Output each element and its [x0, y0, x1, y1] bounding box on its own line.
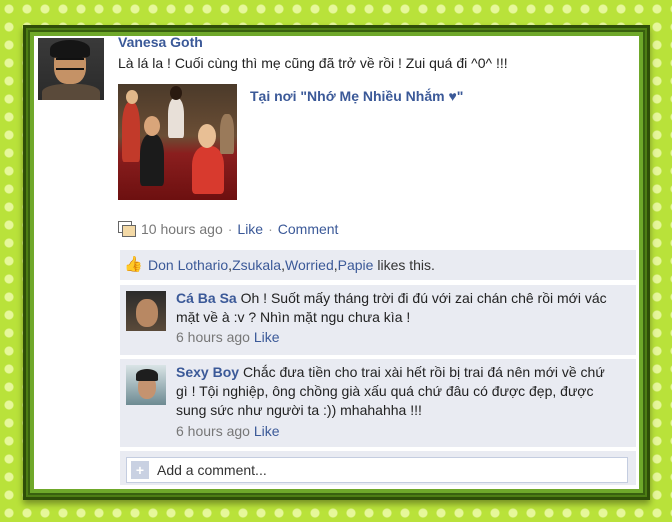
comment-text: sung sức như người ta :)) mhahahha !!! — [176, 402, 422, 418]
post-time: 10 hours ago — [141, 221, 223, 237]
comment-link[interactable]: Comment — [278, 221, 339, 237]
comment-time: 6 hours ago — [176, 423, 250, 439]
like-link[interactable]: Like — [237, 221, 263, 237]
status-text: Là lá la ! Cuối cùng thì mẹ cũng đã trở … — [118, 55, 508, 71]
comment-meta: 6 hours ago Like — [176, 423, 280, 439]
liker-name[interactable]: Papie — [338, 257, 374, 273]
photo-album-icon — [118, 221, 136, 237]
comment-like-link[interactable]: Like — [254, 423, 280, 439]
commenter-avatar[interactable] — [126, 291, 166, 331]
likes-bar: 👍 Don Lothario, Zsukala, Worried, Papie … — [120, 250, 636, 280]
comment-text: mặt về à :v ? Nhìn mặt ngu chưa kìa ! — [176, 309, 411, 325]
facebook-post: Vanesa Goth Là lá la ! Cuối cùng thì mẹ … — [34, 36, 639, 489]
poster-name[interactable]: Vanesa Goth — [118, 36, 203, 50]
comment-time: 6 hours ago — [176, 329, 250, 345]
commenter-name[interactable]: Sexy Boy — [176, 364, 239, 380]
post-meta: 10 hours ago · Like · Comment — [118, 220, 338, 238]
comment-body: Sexy Boy Chắc đưa tiền cho trai xài hết … — [176, 363, 630, 420]
liker-name[interactable]: Worried — [285, 257, 334, 273]
commenter-name[interactable]: Cá Ba Sa — [176, 290, 237, 306]
attached-photo[interactable] — [118, 84, 237, 200]
thumbs-up-icon: 👍 — [124, 256, 143, 273]
comment-item: Cá Ba Sa Oh ! Suốt mấy tháng trời đi đú … — [120, 284, 636, 355]
plus-icon: + — [131, 461, 149, 479]
separator: · — [227, 221, 233, 237]
separator: · — [268, 221, 273, 237]
comment-text: gì ! Tội nghiệp, ông chồng già xấu quá c… — [176, 383, 594, 399]
place-link[interactable]: Tại nơi "Nhớ Mẹ Nhiều Nhắm ♥" — [250, 88, 463, 104]
comment-meta: 6 hours ago Like — [176, 329, 280, 345]
poster-avatar[interactable] — [38, 38, 104, 100]
green-frame: Vanesa Goth Là lá la ! Cuối cùng thì mẹ … — [28, 30, 645, 495]
add-comment-placeholder: Add a comment... — [157, 462, 267, 478]
comment-body: Cá Ba Sa Oh ! Suốt mấy tháng trời đi đú … — [176, 289, 630, 327]
comment-like-link[interactable]: Like — [254, 329, 280, 345]
liker-name[interactable]: Zsukala — [232, 257, 281, 273]
likes-suffix: likes this. — [377, 257, 435, 273]
comment-text: Chắc đưa tiền cho trai xài hết rồi bị tr… — [242, 364, 605, 380]
add-comment-input[interactable]: + Add a comment... — [126, 457, 628, 483]
commenter-avatar[interactable] — [126, 365, 166, 405]
liker-name[interactable]: Don Lothario — [148, 257, 228, 273]
comment-text: Oh ! Suốt mấy tháng trời đi đú với zai c… — [240, 290, 607, 306]
add-comment-area: + Add a comment... — [120, 450, 636, 485]
comment-item: Sexy Boy Chắc đưa tiền cho trai xài hết … — [120, 358, 636, 447]
